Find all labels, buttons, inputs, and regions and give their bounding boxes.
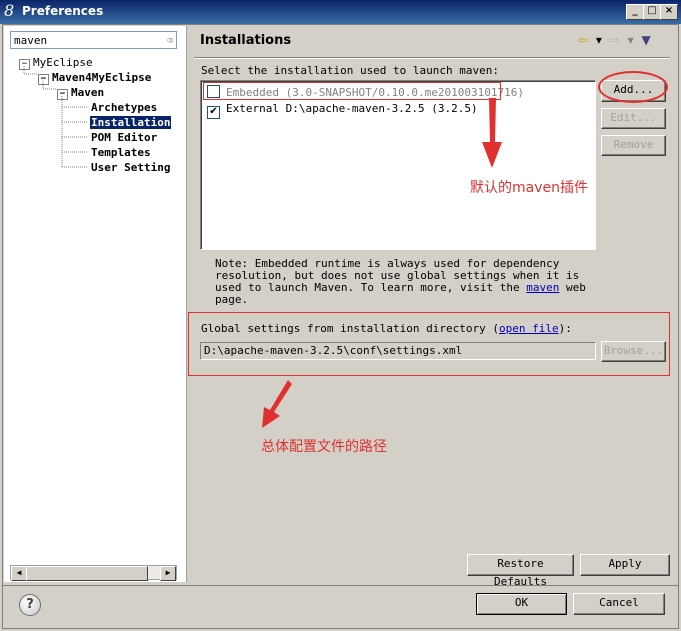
scroll-left-icon[interactable]: ◀ — [11, 566, 27, 581]
page-title: Installations — [200, 33, 292, 48]
maximize-button[interactable]: □ — [643, 4, 661, 20]
note-text: Note: Embedded runtime is always used fo… — [215, 257, 580, 294]
app-icon: 8 — [4, 1, 15, 20]
global-settings-text: Global settings from installation direct… — [201, 322, 500, 335]
clear-filter-icon[interactable]: ⌫ — [166, 34, 173, 47]
scroll-right-icon[interactable]: ▶ — [160, 566, 176, 581]
title-bar: 8 Preferences _ □ × — [0, 0, 681, 24]
annotation-default-plugin: 默认的maven插件 — [470, 180, 588, 196]
title-separator — [194, 57, 670, 59]
page-navigation: ⇦ ▾ ⇨ ▾ ▼ — [578, 33, 655, 47]
minimize-button[interactable]: _ — [626, 4, 644, 20]
remove-button[interactable]: Remove — [601, 135, 666, 156]
installations-list[interactable]: Embedded (3.0-SNAPSHOT/0.10.0.me20100310… — [200, 80, 596, 250]
annotation-config-path: 总体配置文件的路径 — [261, 439, 387, 455]
open-file-link[interactable]: open file — [499, 322, 559, 335]
tree-node-installation[interactable]: Installation — [90, 115, 172, 130]
select-installation-label: Select the installation used to launch m… — [201, 64, 500, 77]
scroll-thumb[interactable] — [26, 566, 148, 581]
tree-node-label: POM Editor — [91, 131, 158, 144]
global-settings-label: Global settings from installation direct… — [201, 322, 572, 335]
global-settings-path-field[interactable]: D:\apache-maven-3.2.5\conf\settings.xml — [200, 342, 596, 360]
back-arrow-icon[interactable]: ⇦ — [578, 33, 588, 47]
filter-input[interactable]: maven ⌫ — [10, 31, 177, 49]
tree-node-user-setting[interactable]: User Setting — [91, 160, 170, 175]
close-button[interactable]: × — [660, 4, 678, 20]
view-menu-icon[interactable]: ▼ — [642, 33, 651, 47]
back-dropdown-icon[interactable]: ▾ — [596, 33, 602, 47]
annotation-circle-add — [598, 71, 668, 103]
tree-horizontal-scrollbar[interactable]: ◀ ▶ — [10, 565, 177, 581]
tree-node-label: Archetypes — [91, 101, 158, 114]
external-checkbox[interactable]: ✔ — [207, 106, 220, 119]
tree-node-label: User Setting — [91, 161, 171, 174]
tree-connectors — [23, 66, 88, 168]
browse-button[interactable]: Browse... — [601, 341, 666, 362]
annotation-arrow-down — [482, 98, 502, 168]
tree-node-archetypes[interactable]: Archetypes — [91, 100, 157, 115]
ok-button[interactable]: OK — [476, 593, 567, 615]
apply-button[interactable]: Apply — [580, 554, 670, 576]
tree-node-label-selected: Installation — [90, 116, 172, 129]
annotation-highlight-embedded — [203, 82, 501, 100]
installation-row-external[interactable]: ✔ External D:\apache-maven-3.2.5 (3.2.5) — [207, 102, 478, 119]
restore-defaults-button[interactable]: Restore Defaults — [467, 554, 574, 588]
edit-button[interactable]: Edit... — [601, 108, 666, 129]
tree-node-pom-editor[interactable]: POM Editor — [91, 130, 157, 145]
filter-input-value: maven — [14, 34, 48, 47]
forward-dropdown-icon[interactable]: ▾ — [628, 33, 634, 47]
maven-link[interactable]: maven — [526, 281, 559, 294]
help-icon[interactable]: ? — [19, 594, 41, 616]
installation-label: External D:\apache-maven-3.2.5 (3.2.5) — [226, 102, 478, 115]
annotation-arrow-down-left — [262, 380, 292, 428]
forward-arrow-icon[interactable]: ⇨ — [610, 33, 620, 47]
window-title: Preferences — [22, 4, 104, 18]
global-settings-text-end: ): — [558, 322, 572, 335]
cancel-button[interactable]: Cancel — [573, 593, 665, 615]
embedded-note: Note: Embedded runtime is always used fo… — [215, 258, 605, 306]
